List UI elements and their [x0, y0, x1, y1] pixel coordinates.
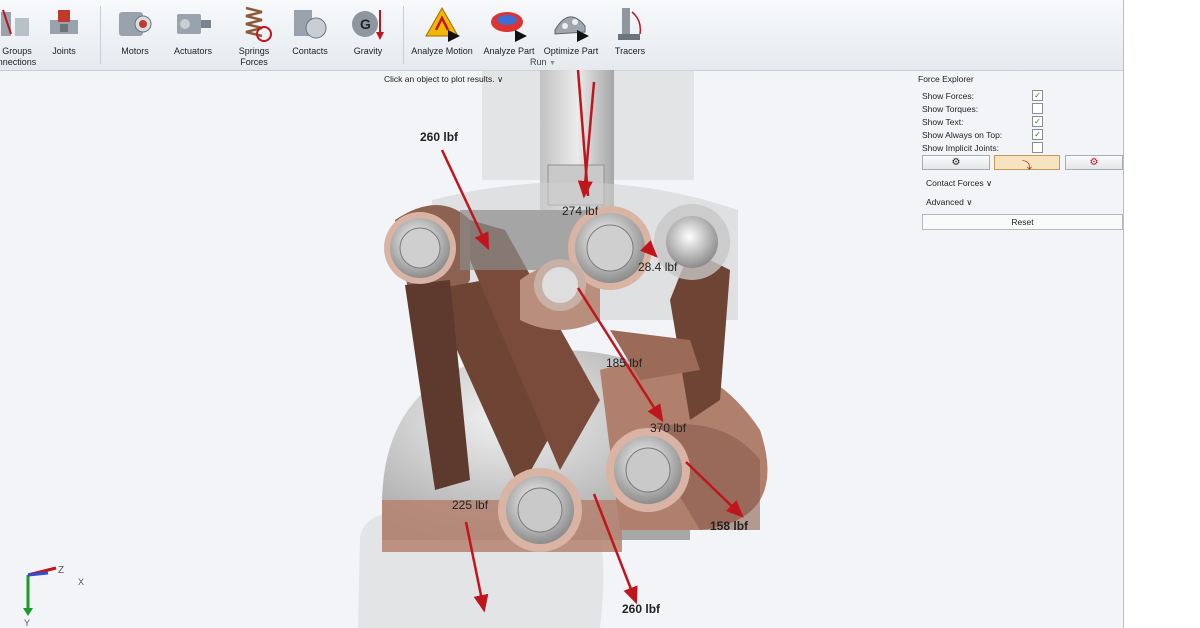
groups-connections-button[interactable]: Groups nnections — [0, 0, 42, 70]
show-implicit-joints-option[interactable]: Show Implicit Joints: — [922, 142, 1043, 154]
analyze-motion-icon — [425, 6, 460, 42]
force-label: 158 lbf — [710, 519, 749, 533]
gravity-icon: G — [352, 10, 384, 40]
pin-upper-left[interactable] — [384, 212, 456, 284]
show-forces-checkbox[interactable]: ✓ — [1032, 90, 1043, 101]
force-label: 260 lbf — [622, 602, 661, 616]
tracers-button[interactable]: Tracers — [610, 0, 650, 70]
display-mode-button-2[interactable]: ⤵ — [994, 155, 1060, 172]
show-always-on-top-option[interactable]: Show Always on Top: ✓ — [922, 129, 1043, 141]
option-label: Show Text: — [922, 117, 964, 127]
motors-label: Motors — [121, 46, 149, 56]
force-label: 274 lbf — [562, 204, 599, 218]
gear-icon: ⚙ — [951, 157, 961, 168]
part-icon: ⚙ — [1089, 157, 1099, 168]
contacts-button[interactable]: Contacts — [286, 0, 334, 70]
analyze-motion-button[interactable]: Analyze Motion — [410, 0, 474, 70]
motors-button[interactable]: Motors — [112, 0, 158, 70]
force-label: 28.4 lbf — [638, 260, 678, 274]
divider — [100, 6, 101, 64]
x-axis-label: X — [78, 577, 84, 587]
analyze-part-icon — [491, 12, 527, 42]
chevron-down-icon: ∨ — [986, 178, 993, 188]
tracers-icon — [618, 8, 642, 40]
contacts-icon — [294, 10, 327, 39]
force-explorer-title: Force Explorer — [918, 74, 974, 84]
divider — [403, 6, 404, 64]
run-group-label[interactable]: Run ▼ — [530, 57, 556, 67]
force-label: 185 lbf — [606, 356, 643, 370]
gravity-label: Gravity — [353, 46, 383, 56]
joints-icon — [50, 10, 78, 34]
display-mode-button-3[interactable]: ⚙ — [1065, 155, 1123, 170]
analyze-motion-label: Analyze Motion — [411, 46, 473, 56]
option-label: Show Always on Top: — [922, 130, 1003, 140]
groups-label: Groups — [2, 46, 32, 56]
svg-text:G: G — [360, 16, 371, 32]
joints-label: Joints — [52, 46, 76, 56]
reset-button[interactable]: Reset — [922, 214, 1123, 230]
show-torques-option[interactable]: Show Torques: — [922, 103, 1043, 115]
show-forces-option[interactable]: Show Forces: ✓ — [922, 90, 1043, 102]
pin-rocker[interactable] — [534, 259, 586, 311]
app-window: Groups nnections Joints Motors Actuators … — [0, 0, 1124, 628]
advanced-expander[interactable]: Advanced ∨ — [926, 197, 972, 208]
springs-forces-button[interactable]: Springs Forces — [228, 0, 280, 70]
force-label: 225 lbf — [452, 498, 489, 512]
connections-label: nnections — [0, 57, 37, 67]
show-always-on-top-checkbox[interactable]: ✓ — [1032, 129, 1043, 140]
actuators-label: Actuators — [173, 46, 213, 56]
option-label: Show Torques: — [922, 104, 979, 114]
show-text-option[interactable]: Show Text: ✓ — [922, 116, 1043, 128]
joints-button[interactable]: Joints — [42, 0, 86, 70]
show-torques-checkbox[interactable] — [1032, 103, 1043, 114]
tracers-label: Tracers — [614, 46, 646, 56]
forces-label: Forces — [240, 57, 268, 67]
arrow-icon: ⤵ — [1022, 161, 1032, 172]
option-label: Show Implicit Joints: — [922, 143, 999, 153]
force-label: 370 lbf — [650, 421, 687, 435]
force-label: 260 lbf — [420, 130, 459, 144]
actuators-button[interactable]: Actuators — [168, 0, 218, 70]
z-axis-label: Z — [58, 565, 64, 576]
groups-icon — [1, 9, 29, 36]
motor-icon — [119, 12, 152, 36]
pin-lower-left[interactable] — [498, 468, 582, 552]
chevron-down-icon[interactable]: ∨ — [497, 74, 503, 84]
optimize-part-label: Optimize Part — [543, 46, 599, 56]
actuator-icon — [177, 14, 211, 34]
y-axis-label: Y — [24, 618, 30, 628]
spring-icon — [245, 6, 272, 42]
gravity-button[interactable]: G Gravity — [344, 0, 392, 70]
pin-lower-right[interactable] — [606, 428, 690, 512]
contacts-label: Contacts — [292, 46, 328, 56]
chevron-down-icon: ∨ — [966, 197, 973, 207]
option-label: Show Forces: — [922, 91, 974, 101]
analyze-part-label: Analyze Part — [483, 46, 535, 56]
show-text-checkbox[interactable]: ✓ — [1032, 116, 1043, 127]
plot-hint[interactable]: Click an object to plot results. ∨ — [384, 74, 503, 85]
contact-forces-expander[interactable]: Contact Forces ∨ — [926, 178, 992, 189]
axis-triad: Z X Y — [23, 565, 84, 628]
show-implicit-joints-checkbox[interactable] — [1032, 142, 1043, 153]
display-mode-button-1[interactable]: ⚙ — [922, 155, 990, 170]
optimize-part-icon — [554, 16, 589, 42]
springs-label: Springs — [238, 46, 270, 56]
ribbon-toolbar: Groups nnections Joints Motors Actuators … — [0, 0, 1123, 71]
